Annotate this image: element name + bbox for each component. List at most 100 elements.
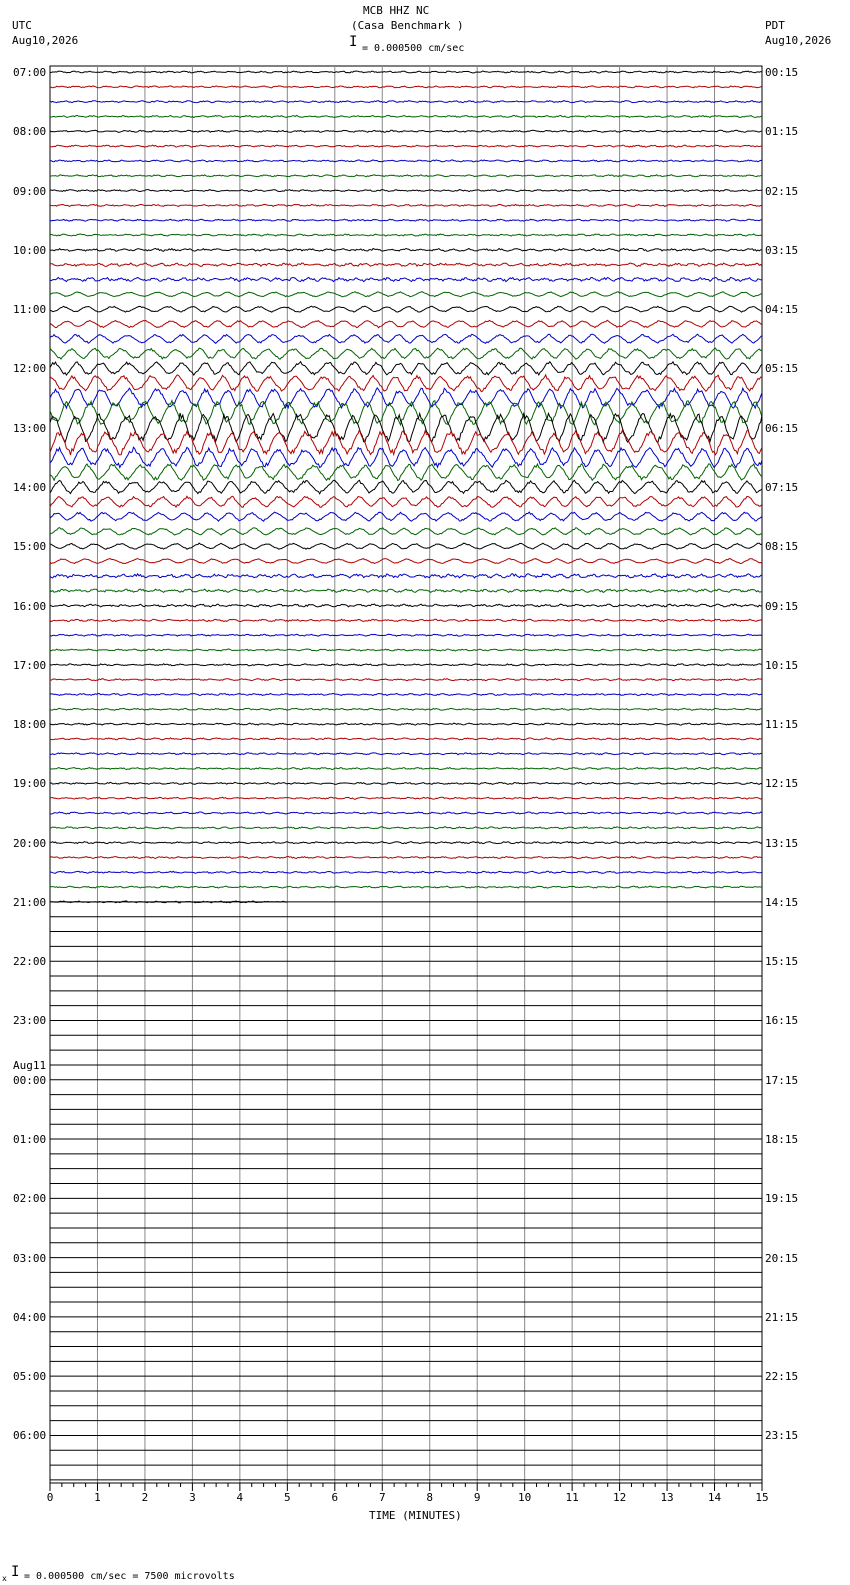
seismic-trace-row bbox=[49, 247, 763, 252]
seismic-trace-row bbox=[49, 811, 763, 815]
seismic-trace-row bbox=[49, 262, 763, 268]
seismogram-plot: 0 1 2 3 4 5 6 7 8 9 10 11 12 13 14 15 bbox=[47, 65, 769, 1504]
seismic-trace-row bbox=[49, 462, 763, 482]
pdt-hour-label: 17:15 bbox=[765, 1073, 799, 1087]
x-tick-label: 15 bbox=[755, 1491, 768, 1504]
pdt-hour-label: 20:15 bbox=[765, 1251, 799, 1265]
seismic-trace-row bbox=[49, 511, 763, 522]
seismic-trace-row bbox=[49, 542, 763, 550]
seismic-trace-row bbox=[49, 233, 763, 237]
seismic-trace-row bbox=[49, 781, 763, 785]
left-timezone: UTC bbox=[12, 19, 32, 32]
seismic-trace-row bbox=[49, 446, 763, 469]
seismic-trace-row bbox=[49, 572, 763, 579]
utc-hour-label: 03:00 bbox=[13, 1251, 47, 1265]
footer-marker: x bbox=[2, 1574, 7, 1583]
x-axis-title: TIME (MINUTES) bbox=[369, 1509, 462, 1522]
x-tick-label: 1 bbox=[94, 1491, 101, 1504]
day-change-label: Aug11 bbox=[13, 1058, 47, 1072]
pdt-hour-label: 13:15 bbox=[765, 836, 799, 850]
left-date: Aug10,2026 bbox=[12, 34, 79, 47]
seismic-trace-row bbox=[49, 305, 763, 313]
x-tick-label: 10 bbox=[518, 1491, 531, 1504]
utc-hour-label: 14:00 bbox=[13, 480, 47, 494]
seismic-trace-row bbox=[49, 558, 763, 565]
utc-hour-label: 08:00 bbox=[13, 125, 47, 139]
pdt-hour-label: 14:15 bbox=[765, 895, 799, 909]
seismic-trace-row bbox=[49, 189, 763, 193]
utc-hour-label: 21:00 bbox=[13, 895, 47, 909]
pdt-hour-label: 01:15 bbox=[765, 125, 799, 139]
x-tick-label: 2 bbox=[142, 1491, 149, 1504]
utc-hour-label: 05:00 bbox=[13, 1370, 47, 1384]
pdt-hour-label: 16:15 bbox=[765, 1014, 799, 1028]
x-tick-label: 12 bbox=[613, 1491, 626, 1504]
seismic-trace-row bbox=[50, 159, 763, 163]
seismic-trace-row bbox=[49, 291, 763, 298]
pdt-hour-label: 10:15 bbox=[765, 658, 799, 672]
utc-hour-label: 04:00 bbox=[13, 1310, 47, 1324]
pdt-hour-label: 06:15 bbox=[765, 421, 799, 435]
utc-hour-label: 00:00 bbox=[13, 1073, 47, 1087]
x-tick-label: 8 bbox=[426, 1491, 433, 1504]
seismic-trace-row bbox=[49, 203, 763, 208]
x-tick-label: 13 bbox=[660, 1491, 673, 1504]
pdt-hour-label: 23:15 bbox=[765, 1429, 799, 1443]
utc-hour-label: 12:00 bbox=[13, 362, 47, 376]
seismic-trace-row bbox=[49, 319, 763, 329]
seismic-trace-row bbox=[49, 588, 763, 594]
footer-scale-icon: I bbox=[11, 1564, 20, 1580]
pdt-hour-label: 18:15 bbox=[765, 1133, 799, 1147]
seismic-trace-row bbox=[49, 752, 763, 756]
seismic-trace-row bbox=[49, 526, 763, 536]
pdt-hour-label: 11:15 bbox=[765, 718, 799, 732]
seismic-trace-row bbox=[49, 347, 763, 360]
scale-bar-icon: I bbox=[349, 34, 358, 50]
utc-hour-label: 01:00 bbox=[13, 1133, 47, 1147]
seismic-trace-row bbox=[49, 826, 763, 830]
utc-hour-label: 23:00 bbox=[13, 1014, 47, 1028]
x-tick-label: 5 bbox=[284, 1491, 291, 1504]
pdt-hour-label: 15:15 bbox=[765, 955, 799, 969]
seismic-trace-row bbox=[49, 373, 763, 393]
utc-hour-label: 06:00 bbox=[13, 1429, 47, 1443]
seismic-trace-row bbox=[49, 100, 763, 104]
pdt-hour-label: 07:15 bbox=[765, 480, 799, 494]
seismic-trace-row bbox=[49, 276, 763, 283]
right-timezone: PDT bbox=[765, 19, 785, 32]
seismic-trace-row bbox=[49, 796, 763, 800]
footer-scale-label: = 0.000500 cm/sec = 7500 microvolts bbox=[24, 1571, 235, 1582]
utc-hour-label: 13:00 bbox=[13, 421, 47, 435]
seismic-trace-row bbox=[50, 144, 763, 148]
seismic-traces bbox=[49, 70, 763, 904]
utc-hour-label: 09:00 bbox=[13, 184, 47, 198]
seismic-trace-row bbox=[49, 399, 763, 427]
seismic-trace-row bbox=[49, 677, 763, 682]
utc-hour-label: 20:00 bbox=[13, 836, 47, 850]
seismic-trace-row bbox=[50, 85, 763, 89]
pdt-hour-label: 19:15 bbox=[765, 1192, 799, 1206]
right-date: Aug10,2026 bbox=[765, 34, 832, 47]
x-tick-label: 14 bbox=[708, 1491, 722, 1504]
seismic-trace-row bbox=[50, 174, 763, 178]
seismic-trace-row bbox=[49, 737, 763, 741]
pdt-hour-label: 12:15 bbox=[765, 777, 799, 791]
time-axis: 0 1 2 3 4 5 6 7 8 9 10 11 12 13 14 15 bbox=[47, 1482, 769, 1504]
seismic-trace-row bbox=[49, 663, 763, 667]
pdt-hour-label: 04:15 bbox=[765, 303, 799, 317]
seismic-trace-row bbox=[49, 333, 763, 345]
utc-hour-label: 07:00 bbox=[13, 66, 47, 79]
station-title: MCB HHZ NC bbox=[363, 4, 430, 17]
seismic-trace-row bbox=[49, 114, 763, 119]
seismic-trace-row bbox=[49, 855, 763, 860]
pdt-hour-label: 02:15 bbox=[765, 184, 799, 198]
seismic-trace-row bbox=[49, 870, 763, 874]
x-tick-label: 4 bbox=[237, 1491, 244, 1504]
x-tick-label: 6 bbox=[331, 1491, 338, 1504]
seismic-trace-row bbox=[49, 722, 763, 726]
seismic-trace-row bbox=[49, 70, 763, 74]
utc-hour-label: 11:00 bbox=[13, 303, 47, 317]
pdt-hour-label: 22:15 bbox=[765, 1370, 799, 1384]
pdt-hour-label: 08:15 bbox=[765, 540, 799, 554]
x-tick-label: 0 bbox=[47, 1491, 54, 1504]
